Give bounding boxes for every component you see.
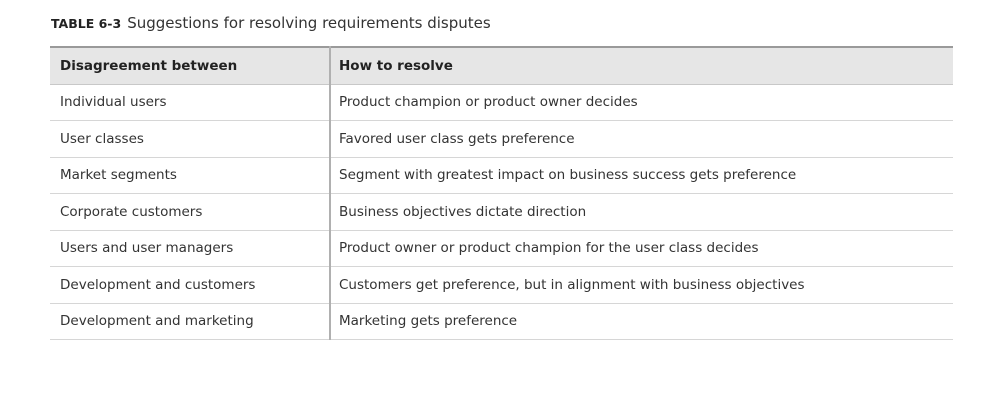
resolution-cell: Business objectives dictate direction bbox=[330, 193, 953, 231]
disagreement-cell: Individual users bbox=[50, 84, 331, 121]
disagreement-cell: Development and marketing bbox=[50, 303, 331, 340]
disagreement-cell: Market segments bbox=[50, 157, 331, 194]
table-row: Users and user managers Product owner or … bbox=[50, 230, 953, 267]
resolution-cell: Customers get preference, but in alignme… bbox=[330, 266, 953, 304]
table-row: Individual users Product champion or prod… bbox=[50, 84, 953, 121]
disputes-table: Disagreement between How to resolve Indi… bbox=[50, 46, 953, 340]
table-row: Development and customers Customers get p… bbox=[50, 266, 953, 304]
table-row: Development and marketing Marketing gets … bbox=[50, 303, 953, 340]
disagreement-cell: Corporate customers bbox=[50, 193, 331, 231]
resolution-cell: Segment with greatest impact on business… bbox=[330, 157, 953, 194]
table-row: Market segments Segment with greatest imp… bbox=[50, 157, 953, 194]
resolution-cell: Marketing gets preference bbox=[330, 303, 953, 340]
table-header-row: Disagreement between How to resolve bbox=[50, 46, 953, 85]
column-header-resolution: How to resolve bbox=[330, 46, 953, 85]
table-title: Suggestions for resolving requirements d… bbox=[127, 14, 491, 32]
resolution-cell: Favored user class gets preference bbox=[330, 120, 953, 158]
disagreement-cell: User classes bbox=[50, 120, 331, 158]
table-number: TABLE 6-3 bbox=[51, 16, 122, 31]
resolution-cell: Product champion or product owner decide… bbox=[330, 84, 953, 121]
disagreement-cell: Users and user managers bbox=[50, 230, 331, 267]
table-row: User classes Favored user class gets pref… bbox=[50, 120, 953, 158]
table-row: Corporate customers Business objectives d… bbox=[50, 193, 953, 231]
resolution-cell: Product owner or product champion for th… bbox=[330, 230, 953, 267]
disagreement-cell: Development and customers bbox=[50, 266, 331, 304]
column-header-disagreement: Disagreement between bbox=[50, 46, 331, 85]
table-caption: TABLE 6-3 Suggestions for resolving requi… bbox=[51, 14, 491, 32]
